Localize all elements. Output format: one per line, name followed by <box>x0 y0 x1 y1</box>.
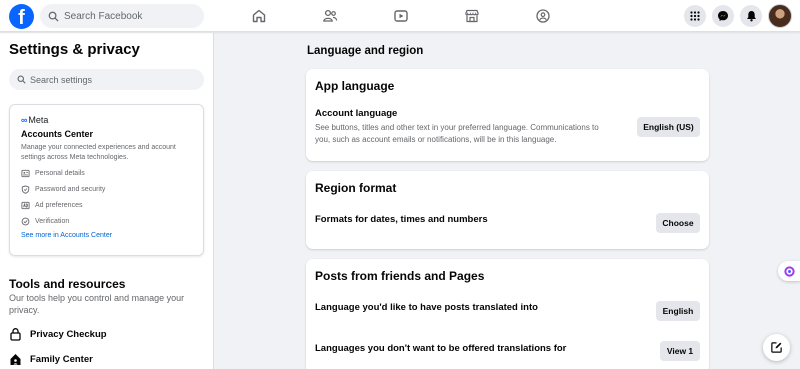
friends-icon[interactable] <box>319 5 341 27</box>
accounts-center-item-label: Ad preferences <box>35 202 83 209</box>
settings-search-box[interactable] <box>9 69 204 90</box>
sidebar-item-label: Privacy Checkup <box>30 328 107 340</box>
sidebar-item-privacy-checkup[interactable]: Privacy Checkup <box>9 327 107 341</box>
accounts-center-item-label: Verification <box>35 218 70 225</box>
menu-grid-icon[interactable] <box>684 5 706 27</box>
posts-translation-title: Posts from friends and Pages <box>315 269 485 283</box>
accounts-center-title: Accounts Center <box>21 129 94 139</box>
sidebar-item-label: Family Center <box>30 353 93 365</box>
see-more-accounts-center-link[interactable]: See more in Accounts Center <box>21 232 192 239</box>
check-circle-icon <box>21 217 30 226</box>
groups-icon[interactable] <box>532 5 554 27</box>
facebook-search-box[interactable] <box>40 4 204 28</box>
region-format-label: Formats for dates, times and numbers <box>315 214 488 225</box>
meta-infinity-icon: ∞ <box>21 115 28 125</box>
region-format-title: Region format <box>315 181 397 195</box>
sidebar-title: Settings & privacy <box>9 41 140 58</box>
search-icon <box>17 75 26 84</box>
meta-logo: ∞ Meta <box>21 115 192 125</box>
accounts-center-card[interactable]: ∞ Meta Accounts Center Manage your conne… <box>9 104 204 256</box>
home-icon[interactable] <box>248 5 270 27</box>
tools-resources-title: Tools and resources <box>9 277 126 291</box>
account-language-button[interactable]: English (US) <box>637 117 700 137</box>
house-icon <box>10 354 21 365</box>
marketplace-icon[interactable] <box>461 5 483 27</box>
lock-icon <box>10 328 21 341</box>
top-navigation-bar: f <box>0 0 800 32</box>
settings-sidebar: Settings & privacy ∞ Meta Accounts Cente… <box>0 33 214 369</box>
no-offer-languages-label: Languages you don't want to be offered t… <box>315 343 567 354</box>
accounts-center-item-ad-preferences[interactable]: Ad preferences <box>21 201 192 210</box>
posts-translation-card: Posts from friends and Pages Language yo… <box>306 259 709 369</box>
settings-search-input[interactable] <box>30 74 190 85</box>
region-format-card: Region format Formats for dates, times a… <box>306 171 709 249</box>
account-language-description: See buttons, titles and other text in yo… <box>315 123 599 144</box>
shield-icon <box>21 185 30 194</box>
accounts-center-item-password-security[interactable]: Password and security <box>21 185 192 194</box>
choose-region-format-button[interactable]: Choose <box>656 213 700 233</box>
view-no-offer-languages-button[interactable]: View 1 <box>660 341 700 361</box>
accounts-center-item-label: Personal details <box>35 170 85 177</box>
tools-resources-description: Our tools help you control and manage yo… <box>9 293 185 315</box>
sidebar-item-family-center[interactable]: Family Center <box>9 352 93 366</box>
accounts-center-item-personal-details[interactable]: Personal details <box>21 169 192 178</box>
app-language-card: App language Account language See button… <box>306 69 709 161</box>
video-icon[interactable] <box>390 5 412 27</box>
account-language-label: Account language <box>315 108 398 119</box>
id-card-icon <box>21 169 30 178</box>
meta-ai-icon[interactable] <box>778 261 800 281</box>
accounts-center-description: Manage your connected experiences and ac… <box>21 144 176 161</box>
page-title: Language and region <box>307 45 424 57</box>
new-message-compose-icon[interactable] <box>763 334 790 361</box>
ad-icon <box>21 201 30 210</box>
translate-language-button[interactable]: English <box>656 301 700 321</box>
profile-avatar[interactable] <box>768 4 792 28</box>
meta-brand-text: Meta <box>28 115 49 125</box>
search-icon <box>48 11 59 22</box>
accounts-center-item-label: Password and security <box>35 186 106 193</box>
app-language-title: App language <box>315 79 395 93</box>
translate-language-label: Language you'd like to have posts transl… <box>315 302 538 313</box>
facebook-search-input[interactable] <box>64 10 194 22</box>
accounts-center-item-verification[interactable]: Verification <box>21 217 192 226</box>
notifications-icon[interactable] <box>740 5 762 27</box>
messenger-icon[interactable] <box>712 5 734 27</box>
facebook-logo-icon[interactable]: f <box>9 4 34 29</box>
